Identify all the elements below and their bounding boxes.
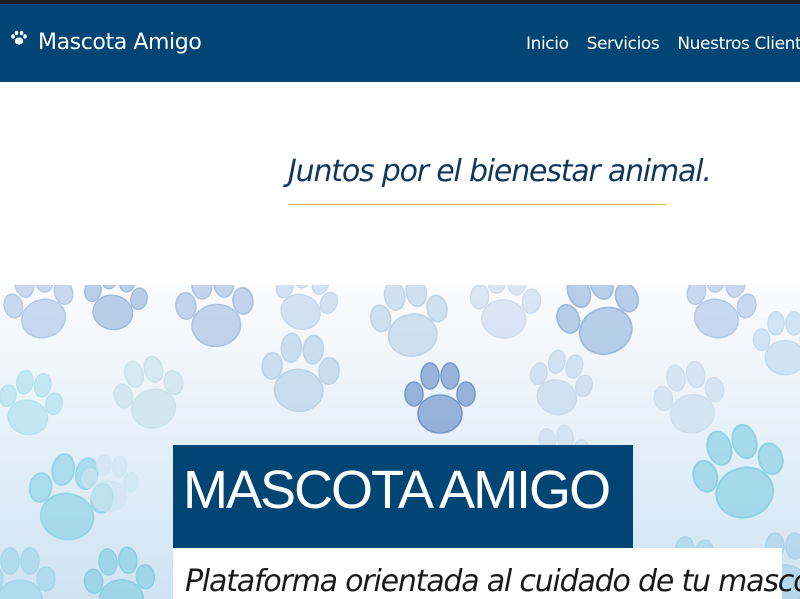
brand-link[interactable]: Mascota Amigo	[10, 29, 202, 55]
paw-print-icon	[3, 285, 74, 339]
paw-print-icon	[175, 285, 254, 348]
paw-icon	[10, 29, 28, 47]
paw-print-icon	[83, 546, 156, 599]
hero-title: MASCOTA AMIGO	[183, 460, 611, 520]
paw-print-icon	[0, 547, 56, 599]
paw-print-icon	[469, 285, 542, 339]
paw-print-icon	[261, 332, 340, 413]
paw-print-icon	[369, 285, 448, 357]
paw-print-icon	[529, 349, 593, 416]
nav-menu: Inicio Servicios Nuestros Clientes	[526, 34, 800, 54]
tagline: Juntos por el bienestar animal.	[288, 154, 712, 189]
paw-print-icon	[113, 355, 184, 429]
paw-print-icon	[653, 360, 725, 434]
paw-print-icon	[275, 285, 338, 330]
paw-print-icon	[752, 311, 800, 376]
hero-banner: MASCOTA AMIGO Plataforma orientada al cu…	[0, 285, 800, 599]
nav-link-inicio[interactable]: Inicio	[526, 34, 569, 54]
nav-link-nuestros-clientes[interactable]: Nuestros Clientes	[677, 34, 800, 54]
tagline-divider	[288, 204, 666, 205]
paw-print-icon	[404, 362, 476, 434]
paw-print-icon	[0, 369, 63, 436]
nav-link-servicios[interactable]: Servicios	[587, 34, 660, 54]
hero-title-box: MASCOTA AMIGO	[173, 445, 633, 548]
brand-name: Mascota Amigo	[38, 30, 202, 55]
hero-subtitle-box: Plataforma orientada al cuidado de tu ma…	[173, 548, 800, 599]
paw-print-icon	[692, 423, 784, 519]
paw-print-icon	[84, 285, 148, 331]
hero-subtitle: Plataforma orientada al cuidado de tu ma…	[185, 564, 800, 599]
navbar: Mascota Amigo Inicio Servicios Nuestros …	[0, 4, 800, 82]
intro-section: Juntos por el bienestar animal.	[288, 150, 712, 205]
paw-print-icon	[686, 285, 757, 339]
